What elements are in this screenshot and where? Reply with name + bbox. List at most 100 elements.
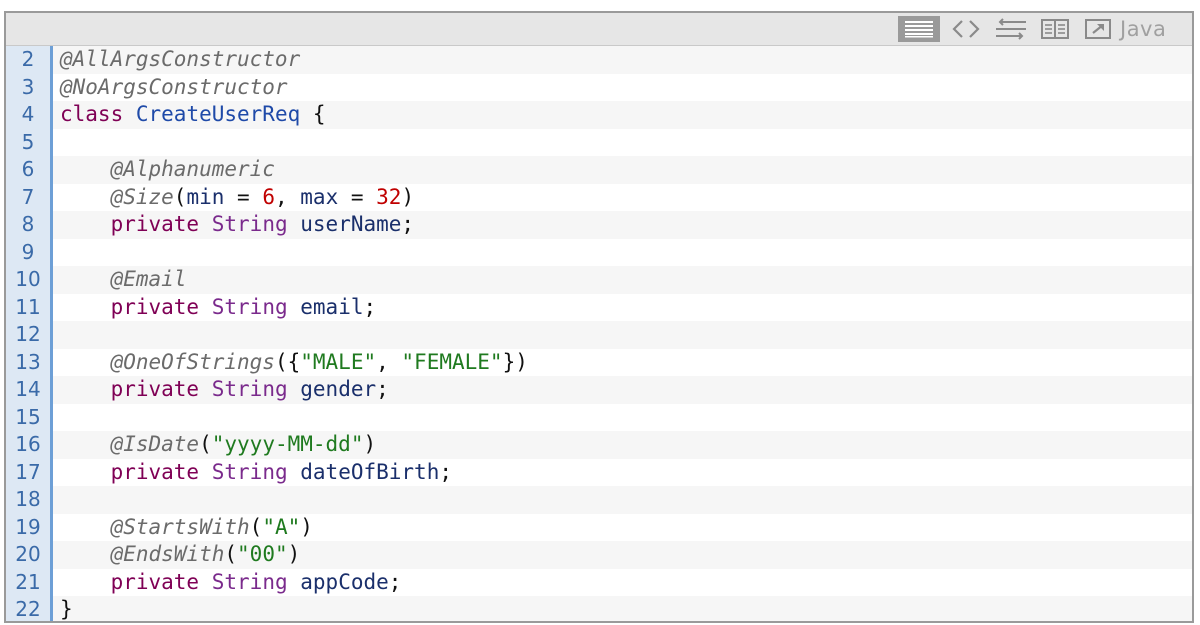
- code-text: @StartsWith("A"): [60, 514, 313, 542]
- code-token: gender: [300, 377, 377, 401]
- code-token: @Size: [110, 184, 174, 209]
- code-token: @Alphanumeric: [110, 157, 275, 181]
- popout-icon: [1085, 19, 1111, 39]
- code-line: 12: [6, 321, 1192, 349]
- code-text: @Size(min = 6, max = 32): [60, 184, 415, 212]
- code-text: private String userName;: [60, 211, 415, 239]
- code-token: "yyyy-MM-dd": [211, 432, 364, 456]
- code-token: @StartsWith: [110, 514, 250, 539]
- code-token: @NoArgsConstructor: [60, 74, 288, 99]
- highlight-code-button[interactable]: [949, 16, 983, 42]
- code-token: "FEMALE": [401, 349, 503, 374]
- code-token: private: [110, 294, 200, 319]
- code-line: 9: [6, 238, 1192, 266]
- code-token: @EndsWith: [110, 542, 225, 566]
- code-toolbar: Java: [6, 13, 1192, 46]
- line-number: 18: [6, 486, 53, 514]
- code-token: CreateUserReq: [135, 102, 301, 126]
- code-token: ): [363, 432, 377, 456]
- code-text: class CreateUserReq {: [60, 101, 326, 129]
- code-token: =: [338, 184, 377, 209]
- line-number: 2: [6, 46, 53, 74]
- code-token: "00": [237, 542, 288, 566]
- code-area: 2 @AllArgsConstructor 3 @NoArgsConstructor 4…: [6, 46, 1192, 621]
- code-text: @Email: [60, 266, 187, 294]
- code-text: @EndsWith("00"): [60, 541, 301, 569]
- code-token: min: [186, 184, 225, 209]
- code-token: =: [224, 184, 263, 209]
- line-number: 7: [6, 183, 53, 211]
- code-token: appCode: [300, 569, 389, 594]
- code-token: ;: [388, 569, 402, 594]
- code-token: private: [110, 212, 200, 236]
- code-token: String: [211, 459, 288, 484]
- code-line: 16 @IsDate("yyyy-MM-dd"): [6, 431, 1192, 459]
- code-line: 19 @StartsWith("A"): [6, 513, 1192, 542]
- code-line: 11 private String email;: [6, 293, 1192, 321]
- code-token: ): [300, 514, 313, 539]
- copy-button[interactable]: [1037, 16, 1073, 42]
- code-token: 32: [376, 184, 402, 209]
- popout-button[interactable]: [1081, 16, 1115, 42]
- code-line: 21 private String appCode;: [6, 568, 1192, 597]
- code-token: ;: [363, 294, 377, 319]
- line-number: 17: [6, 458, 53, 486]
- code-token: (: [173, 184, 187, 209]
- code-text: @Alphanumeric: [60, 156, 275, 184]
- copy-icon: [1041, 19, 1069, 39]
- code-token: ,: [376, 349, 402, 374]
- code-text: private String gender;: [60, 376, 389, 404]
- line-number: 13: [6, 348, 53, 376]
- code-text: @AllArgsConstructor: [60, 46, 300, 74]
- code-token: }: [60, 597, 73, 621]
- code-text: @IsDate("yyyy-MM-dd"): [60, 431, 377, 459]
- code-token: private: [110, 377, 200, 401]
- code-token: (: [249, 514, 263, 539]
- code-text: }: [60, 596, 73, 621]
- code-token: @AllArgsConstructor: [60, 47, 301, 71]
- code-line: 2 @AllArgsConstructor: [6, 46, 1192, 74]
- code-token: String: [211, 212, 288, 236]
- code-line: 22}: [6, 596, 1192, 621]
- line-number: 20: [6, 541, 53, 569]
- line-number: 3: [6, 73, 53, 101]
- code-text: private String appCode;: [60, 569, 402, 597]
- line-number: 10: [6, 266, 53, 294]
- code-token: email: [300, 294, 364, 319]
- view-source-button[interactable]: [898, 16, 940, 42]
- code-line: 6 @Alphanumeric: [6, 156, 1192, 184]
- wrap-lines-button[interactable]: [991, 16, 1031, 42]
- code-token: (: [199, 432, 212, 456]
- code-token: @Email: [110, 267, 187, 291]
- code-line: 10 @Email: [6, 266, 1192, 294]
- code-line: 17 private String dateOfBirth;: [6, 458, 1192, 486]
- code-token: private: [110, 459, 200, 484]
- code-token: ): [401, 184, 415, 209]
- line-number: 22: [6, 596, 53, 621]
- code-line: 18: [6, 486, 1192, 514]
- code-line: 14 private String gender;: [6, 376, 1192, 404]
- line-number: 14: [6, 376, 53, 404]
- code-token: @IsDate: [110, 432, 200, 456]
- code-token: @OneOfStrings: [110, 349, 275, 374]
- code-token: max: [300, 184, 339, 209]
- code-token: (: [224, 542, 238, 566]
- code-token: String: [211, 569, 288, 594]
- line-number: 8: [6, 211, 53, 239]
